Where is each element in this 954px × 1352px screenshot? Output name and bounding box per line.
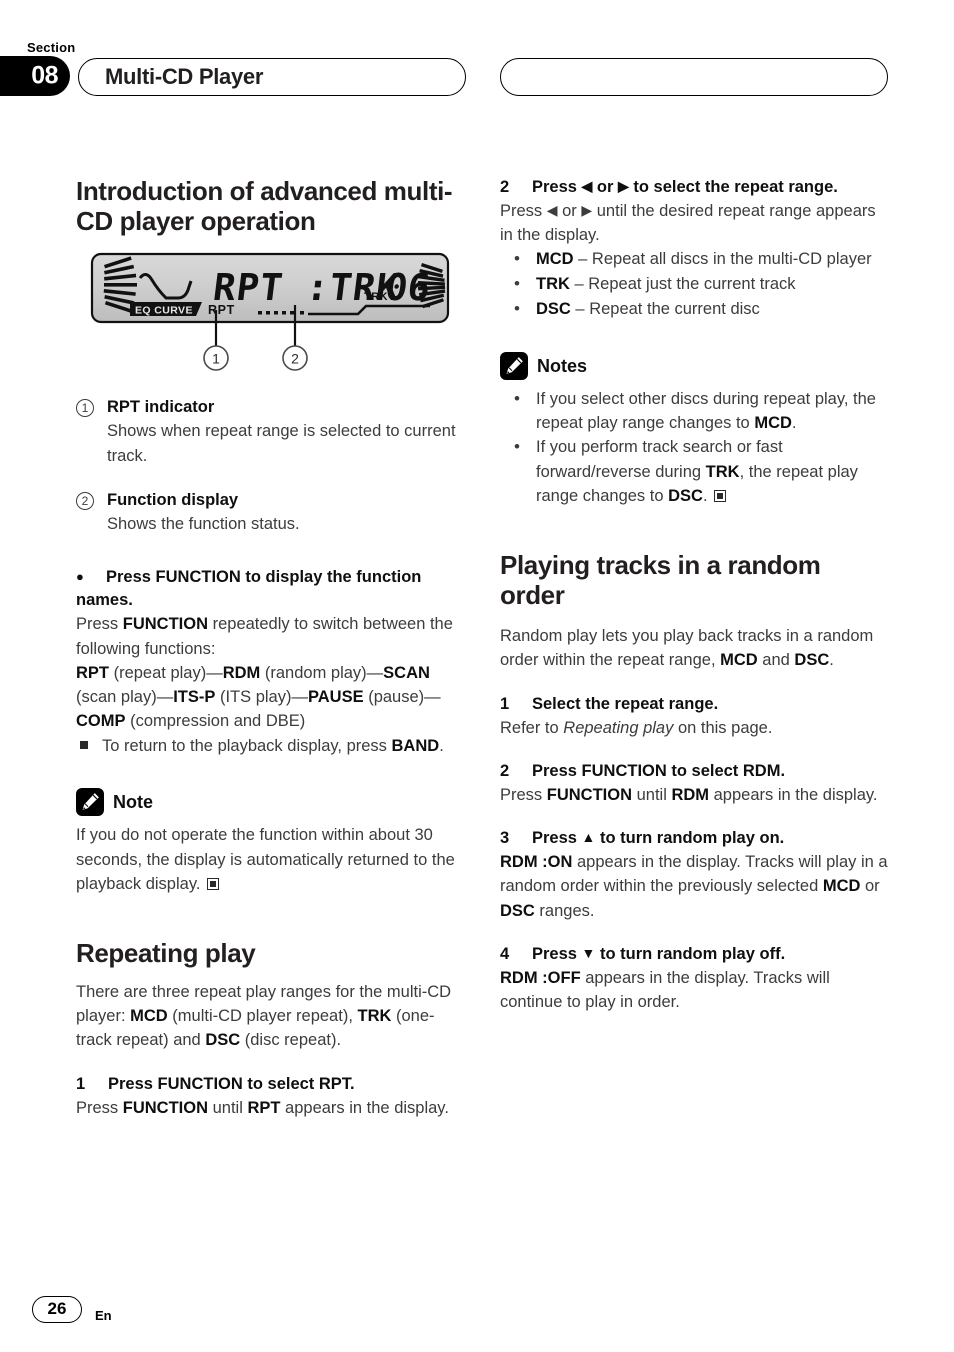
section-number: 08 [31, 61, 58, 90]
callout-entry-2: 2 Function display [76, 488, 464, 512]
pencil-icon [500, 352, 528, 381]
callout-number-2: 2 [76, 488, 107, 512]
repeat-range-option: MCD – Repeat all discs in the multi-CD p… [500, 247, 888, 272]
chapter-title-pill: Multi-CD Player [78, 58, 466, 96]
repeat-range-step2-heading: 2 Press ◀ or ▶ to select the repeat rang… [500, 178, 838, 196]
random-order-step4-body: RDM :OFF appears in the display. Tracks … [500, 968, 830, 1012]
chapter-title: Multi-CD Player [105, 64, 264, 89]
callout-heading-2: Function display [107, 490, 239, 509]
up-arrow-icon: ▲ [581, 829, 596, 846]
eq-curve-label: EQ CURVE [135, 305, 193, 317]
random-order-step4-heading: 4 Press ▼ to turn random play off. [500, 944, 786, 963]
function-step-body: Press FUNCTION repeatedly to switch betw… [76, 615, 453, 731]
round-bullet-icon [500, 297, 536, 322]
repeat-range-option: DSC – Repeat the current disc [500, 297, 888, 322]
section-number-tab: 08 [0, 56, 70, 96]
note-label: Note [113, 791, 153, 812]
left-arrow-icon: ◀ [546, 202, 558, 219]
page-header: Section 08 Multi-CD Player [0, 0, 954, 110]
note-body: If you do not operate the function withi… [76, 826, 455, 893]
end-mark-icon [714, 489, 727, 502]
right-arrow-icon: ▶ [581, 202, 593, 219]
repeating-play-step1-body: Press FUNCTION until RPT appears in the … [76, 1098, 449, 1117]
callout-circle-2: 2 [291, 351, 299, 367]
left-arrow-icon: ◀ [581, 178, 593, 194]
callout-body-2: Shows the function status. [107, 515, 300, 533]
display-illustration: EQ CURVE RPT RPT :TRK TRK 06 1 2 [90, 250, 478, 375]
random-order-step3-heading: 3 Press ▲ to turn random play on. [500, 829, 785, 848]
round-bullet-icon [500, 435, 536, 508]
section-heading-repeating-play: Repeating play [76, 937, 256, 968]
callout-entry-1: 1 RPT indicator [76, 395, 464, 419]
down-arrow-icon: ▼ [581, 944, 596, 961]
random-order-intro: Random play lets you play back tracks in… [500, 627, 874, 670]
right-arrow-icon: ▶ [618, 178, 629, 194]
round-bullet-icon [500, 247, 536, 272]
repeat-range-step2-body: Press ◀ or ▶ until the desired repeat ra… [500, 202, 876, 245]
section-label: Section [27, 40, 76, 55]
notes-item: If you select other discs during repeat … [500, 387, 888, 435]
square-bullet-icon [76, 734, 102, 758]
repeating-play-intro: There are three repeat play ranges for t… [76, 983, 452, 1050]
pencil-icon [76, 788, 104, 817]
function-step-heading: Press FUNCTION to display the function n… [76, 566, 464, 612]
left-column: Introduction of advanced multi-CD player… [76, 176, 464, 1120]
page-number: 26 [32, 1296, 82, 1323]
end-mark-icon [207, 877, 220, 890]
random-order-step2-body: Press FUNCTION until RDM appears in the … [500, 785, 878, 804]
section-heading-random-order: Playing tracks in a random order [500, 549, 821, 611]
section-heading-intro: Introduction of advanced multi-CD player… [76, 176, 453, 237]
round-bullet-icon [500, 272, 536, 297]
page-footer: 26 En [0, 1282, 954, 1352]
right-column: 2 Press ◀ or ▶ to select the repeat rang… [500, 176, 888, 1014]
repeat-range-option: TRK – Repeat just the current track [500, 272, 888, 297]
note-block-heading: Note [76, 788, 464, 817]
random-order-step1-body: Refer to Repeating play on this page. [500, 718, 773, 737]
callout-number-1: 1 [76, 395, 107, 419]
notes-block-heading: Notes [500, 352, 888, 381]
filled-circle-bullet-icon [76, 566, 106, 589]
callout-circle-1: 1 [212, 351, 220, 367]
repeating-play-step1-heading: 1 Press FUNCTION to select RPT. [76, 1074, 355, 1093]
random-order-step2-heading: 2 Press FUNCTION to select RDM. [500, 761, 786, 780]
round-bullet-icon [500, 387, 536, 435]
random-order-step1-heading: 1 Select the repeat range. [500, 694, 719, 713]
header-right-pill [500, 58, 888, 96]
notes-label: Notes [537, 355, 588, 376]
callout-body-1: Shows when repeat range is selected to c… [107, 422, 456, 465]
function-step-subnote: To return to the playback display, press… [76, 734, 464, 758]
language-code: En [95, 1308, 112, 1323]
callout-heading-1: RPT indicator [107, 398, 215, 417]
notes-item: If you perform track search or fast forw… [500, 435, 888, 508]
random-order-step3-body: RDM :ON appears in the display. Tracks w… [500, 853, 888, 920]
